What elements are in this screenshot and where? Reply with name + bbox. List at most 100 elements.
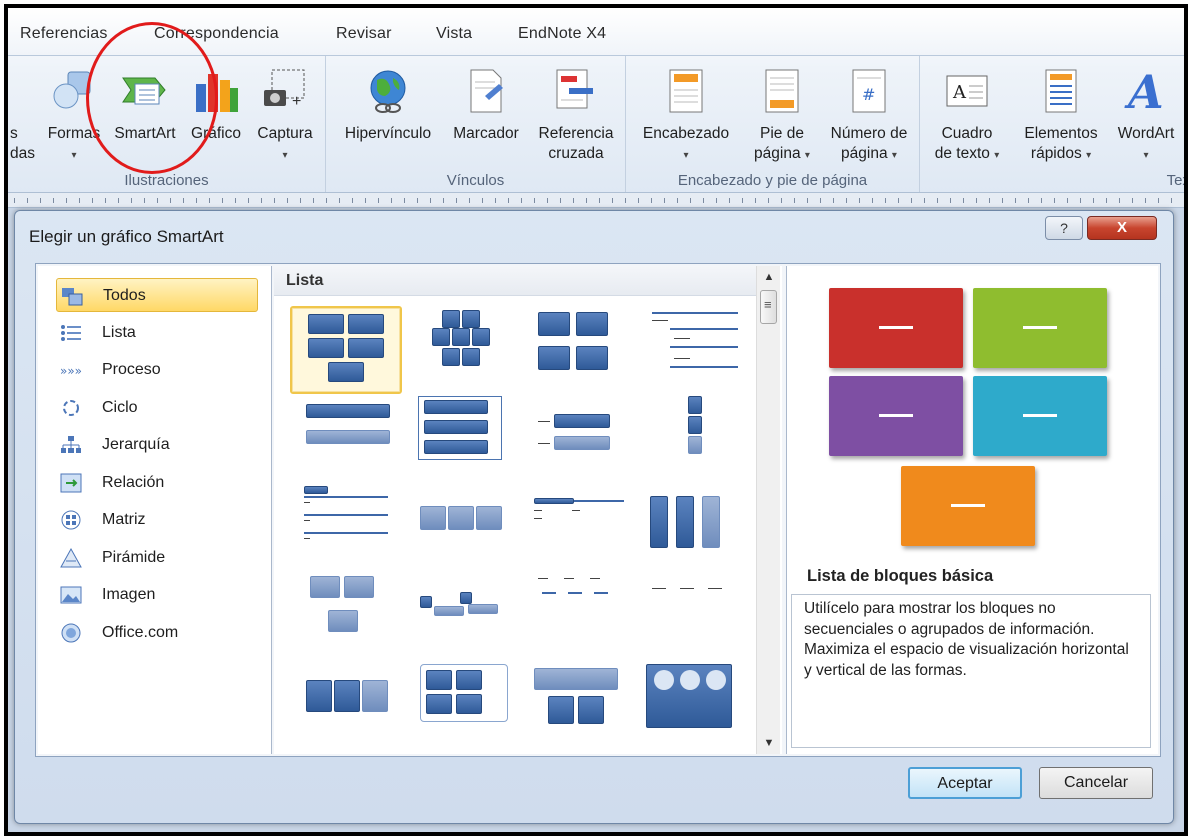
office-com-icon: [61, 623, 81, 642]
close-button[interactable]: X: [1087, 216, 1157, 240]
preview-block: [973, 288, 1107, 368]
layout-thumbnail[interactable]: [290, 396, 402, 484]
layout-thumbnail[interactable]: [290, 572, 402, 660]
ruler-tick: [339, 198, 340, 203]
category-label: Office.com: [102, 623, 179, 641]
layout-thumbnail[interactable]: [404, 660, 516, 748]
layout-thumbnail[interactable]: [518, 572, 630, 660]
layout-thumbnail[interactable]: [290, 486, 402, 574]
ruler-tick: [1093, 198, 1094, 203]
cut-button-label[interactable]: s das: [10, 124, 35, 164]
cycle-icon: [63, 399, 79, 416]
category-jerarqu-a[interactable]: Jerarquía: [56, 428, 258, 462]
category-label: Jerarquía: [102, 436, 170, 453]
tab-revisar[interactable]: Revisar: [336, 25, 392, 43]
ruler-tick: [937, 198, 938, 203]
ruler-tick: [898, 198, 899, 203]
layout-thumbnail[interactable]: [518, 486, 630, 574]
layout-thumbnail[interactable]: [630, 306, 742, 394]
ruler-tick: [1171, 198, 1172, 203]
layout-thumbnail[interactable]: [630, 486, 742, 574]
ruler-tick: [53, 198, 54, 203]
preview-block: [829, 376, 963, 456]
ruler-tick: [105, 198, 106, 203]
svg-text:+: +: [292, 93, 301, 110]
layout-thumbnail[interactable]: [630, 572, 742, 660]
ruler-tick: [144, 198, 145, 203]
ruler-tick: [170, 198, 171, 203]
ruler-tick: [612, 198, 613, 203]
category-matriz[interactable]: Matriz: [56, 503, 258, 537]
category-lista[interactable]: Lista: [56, 316, 258, 350]
category-label: Pirámide: [102, 548, 166, 566]
ruler-tick: [469, 198, 470, 203]
ruler-tick: [1041, 198, 1042, 203]
quick-parts-icon: [1045, 69, 1077, 113]
svg-text:A: A: [1124, 66, 1164, 116]
ruler-tick: [742, 198, 743, 203]
layout-thumbnail[interactable]: [404, 306, 516, 394]
category-imagen[interactable]: Imagen: [56, 578, 258, 612]
list-icon: [61, 324, 81, 341]
tab-vista[interactable]: Vista: [436, 25, 472, 43]
layout-thumbnail[interactable]: [518, 306, 630, 394]
ruler-tick: [911, 198, 912, 203]
wordart-button[interactable]: A WordArt ▾: [1110, 66, 1182, 166]
ruler-tick: [1067, 198, 1068, 203]
group-label-ilustraciones: Ilustraciones: [124, 172, 209, 189]
preview-block: [901, 466, 1035, 546]
ruler-tick: [196, 198, 197, 203]
layout-thumbnail[interactable]: [518, 396, 630, 484]
ruler-tick: [924, 198, 925, 203]
tab-referencias[interactable]: Referencias: [20, 25, 108, 43]
ruler-tick: [976, 198, 977, 203]
category-office-com[interactable]: Office.com: [56, 616, 258, 650]
elementos-rapidos-button[interactable]: Elementos rápidos ▾: [1014, 66, 1108, 166]
layout-thumbnail[interactable]: [404, 572, 516, 660]
ruler-tick: [300, 198, 301, 203]
layout-thumbnail[interactable]: [630, 396, 742, 484]
ruler-tick: [690, 198, 691, 203]
svg-text:#: #: [862, 85, 875, 104]
category-pir-mide[interactable]: Pirámide: [56, 541, 258, 575]
pie-de-pagina-button[interactable]: Pie de página ▾: [744, 66, 820, 166]
ruler-tick: [508, 198, 509, 203]
layout-thumbnail[interactable]: [630, 660, 742, 748]
group-label-encabezado: Encabezado y pie de página: [677, 172, 868, 189]
category-label: Imagen: [102, 586, 156, 603]
ruler-tick: [794, 198, 795, 203]
numero-de-pagina-button[interactable]: # Número de página ▾: [822, 66, 916, 166]
scroll-down-arrow-icon[interactable]: ▼: [757, 732, 781, 754]
scroll-up-arrow-icon[interactable]: ▲: [757, 266, 781, 288]
layout-thumbnail[interactable]: [404, 486, 516, 574]
ruler-tick: [716, 198, 717, 203]
layout-thumbnail[interactable]: [290, 660, 402, 748]
ruler-tick: [404, 198, 405, 203]
ruler-tick: [1158, 198, 1159, 203]
referencia-cruzada-button[interactable]: Referencia cruzada: [532, 66, 620, 164]
help-button[interactable]: ?: [1045, 216, 1083, 240]
encabezado-button[interactable]: Encabezado ▾: [634, 66, 738, 166]
layout-thumbnail[interactable]: [404, 396, 516, 484]
category-todos[interactable]: Todos: [56, 278, 258, 312]
preview-block: [973, 376, 1107, 456]
category-ciclo[interactable]: Ciclo: [56, 391, 258, 425]
ruler-tick: [222, 198, 223, 203]
category-relaci-n[interactable]: Relación: [56, 466, 258, 500]
cuadro-de-texto-button[interactable]: A Cuadro de texto ▾: [926, 66, 1008, 166]
ruler-tick: [560, 198, 561, 203]
layout-thumbnail-selected[interactable]: [290, 306, 402, 394]
marcador-button[interactable]: Marcador: [446, 66, 526, 144]
accept-button[interactable]: Aceptar: [908, 767, 1022, 799]
cancel-button[interactable]: Cancelar: [1039, 767, 1153, 799]
captura-button[interactable]: + Captura ▾: [250, 66, 320, 166]
gallery-scrollbar[interactable]: ▲ ▼: [756, 266, 780, 754]
category-proceso[interactable]: »»» Proceso: [56, 353, 258, 387]
ruler-tick: [27, 198, 28, 203]
scroll-thumb[interactable]: [760, 290, 777, 324]
ruler-tick: [950, 198, 951, 203]
ruler-tick: [1054, 198, 1055, 203]
tab-endnote[interactable]: EndNote X4: [518, 25, 606, 43]
hipervinculo-button[interactable]: Hipervínculo: [336, 66, 440, 144]
layout-thumbnail[interactable]: [518, 660, 630, 748]
